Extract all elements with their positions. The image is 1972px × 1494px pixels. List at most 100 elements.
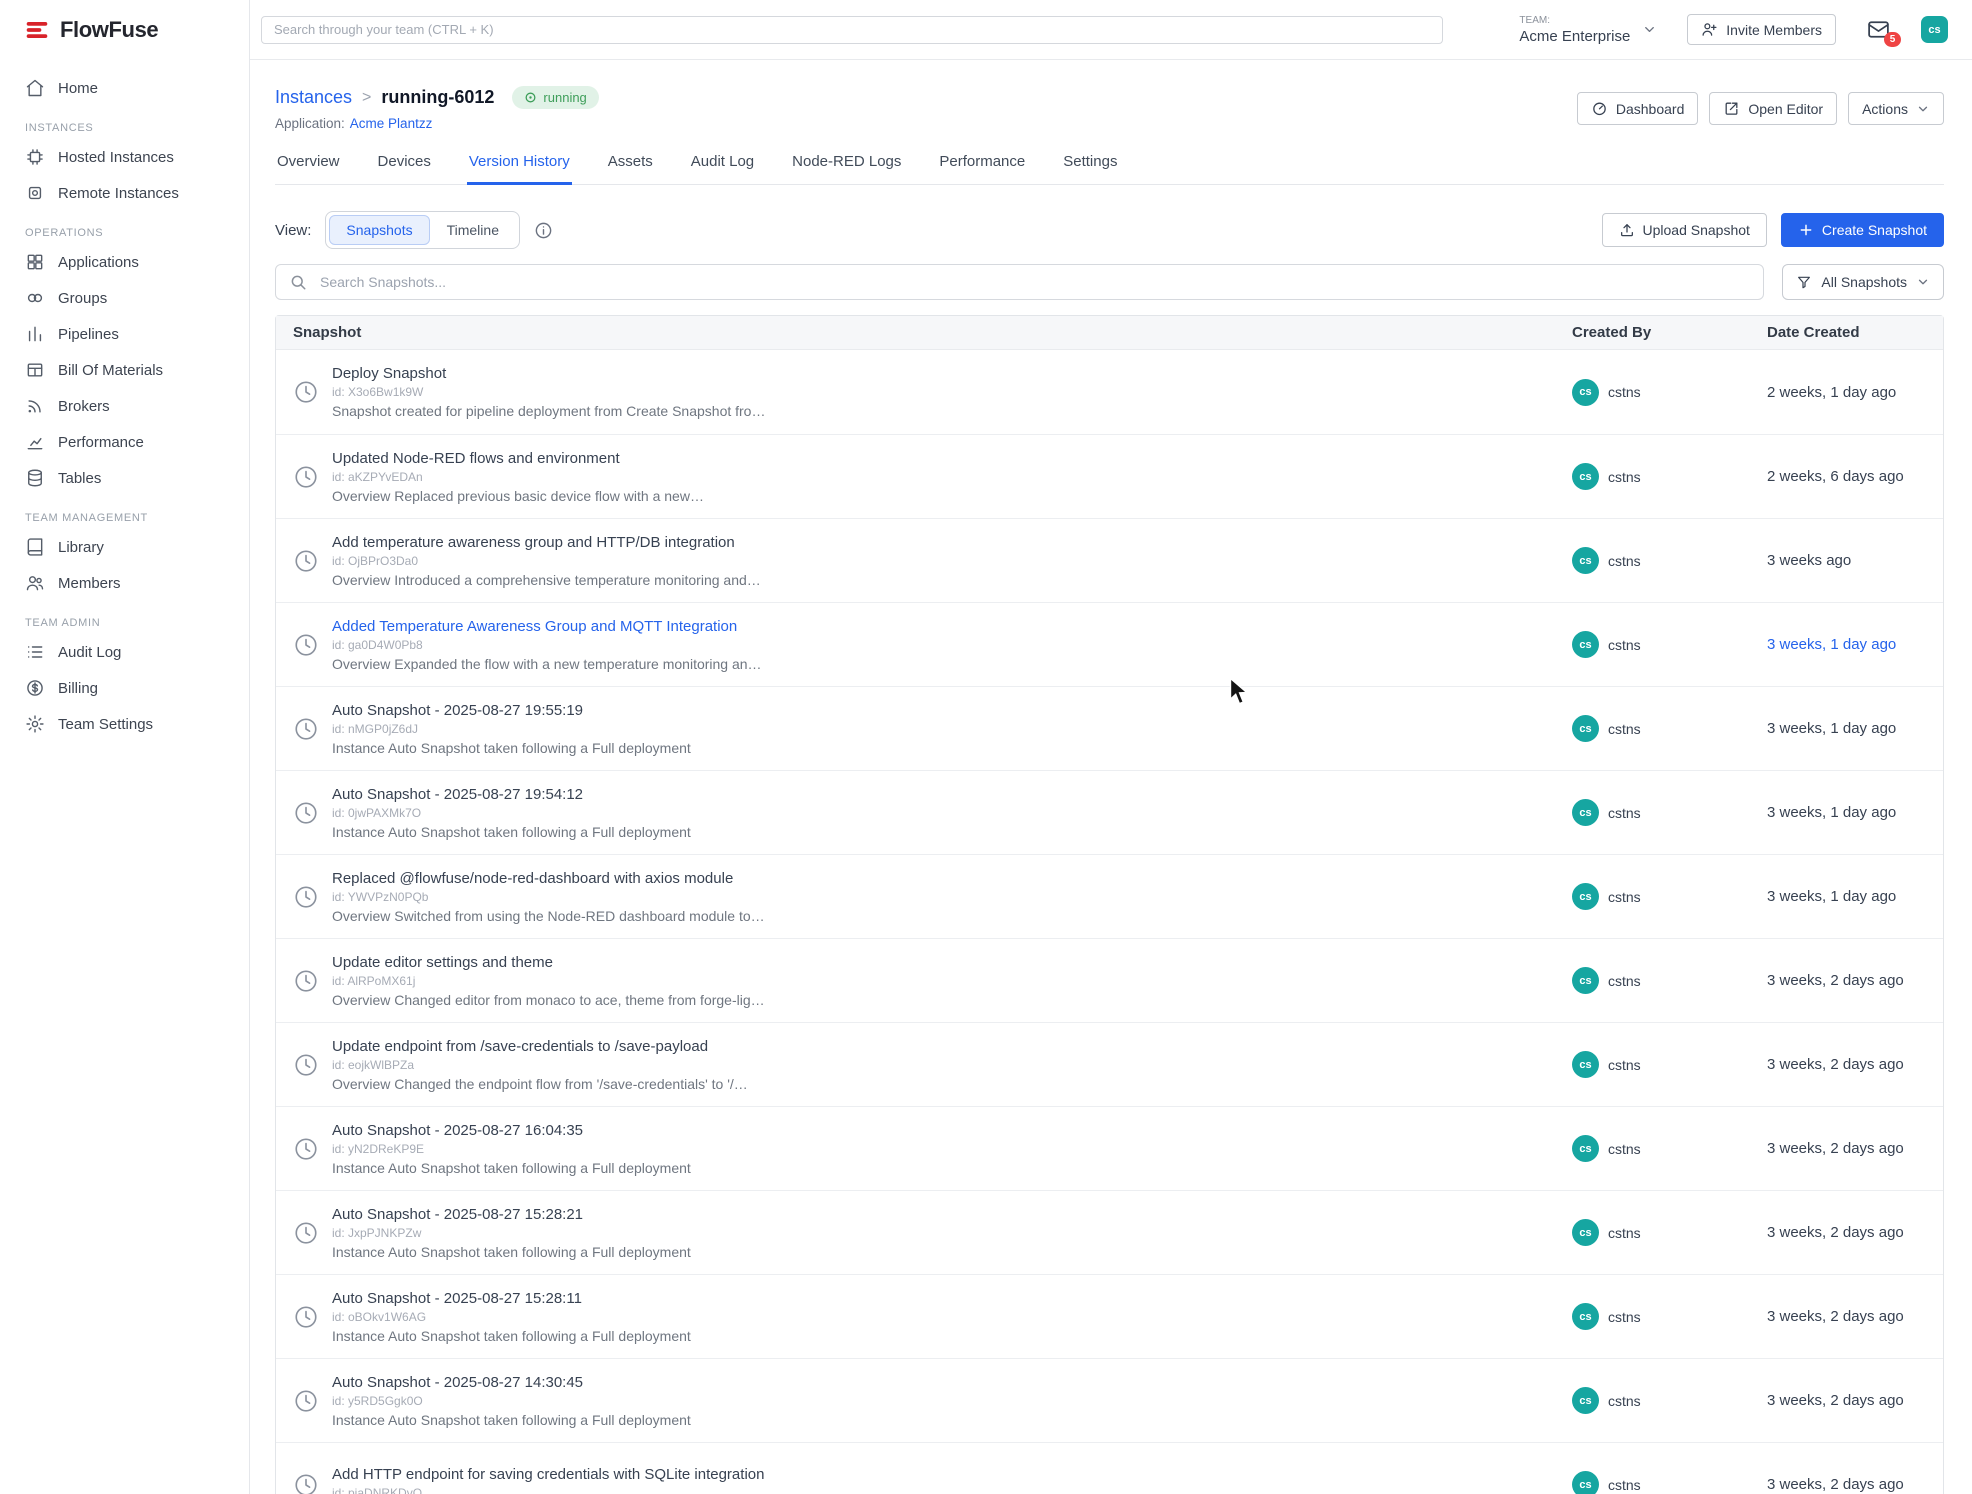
open-editor-button[interactable]: Open Editor	[1709, 92, 1837, 125]
table-row[interactable]: Deploy Snapshot id: X3o6Bw1k9W Snapshot …	[276, 350, 1943, 434]
table-row[interactable]: Auto Snapshot - 2025-08-27 19:55:19 id: …	[276, 686, 1943, 770]
sidebar-item-bill-of-materials[interactable]: Bill Of Materials	[0, 352, 249, 388]
snapshot-filter-dropdown[interactable]: All Snapshots	[1782, 264, 1944, 300]
dashboard-button[interactable]: Dashboard	[1577, 92, 1699, 125]
snapshot-info: Replaced @flowfuse/node-red-dashboard wi…	[332, 870, 765, 924]
sidebar-item-groups[interactable]: Groups	[0, 280, 249, 316]
table-row[interactable]: Added Temperature Awareness Group and MQ…	[276, 602, 1943, 686]
snapshot-title[interactable]: Auto Snapshot - 2025-08-27 19:54:12	[332, 786, 691, 803]
sidebar-item-remote-instances[interactable]: Remote Instances	[0, 175, 249, 211]
sidebar-item-applications[interactable]: Applications	[0, 244, 249, 280]
snapshot-search-input[interactable]	[275, 264, 1764, 300]
creator-avatar: cs	[1572, 967, 1599, 994]
sidebar-item-members[interactable]: Members	[0, 565, 249, 601]
info-icon[interactable]	[534, 221, 553, 240]
sidebar-item-pipelines[interactable]: Pipelines	[0, 316, 249, 352]
sidebar-item-library[interactable]: Library	[0, 529, 249, 565]
create-snapshot-button[interactable]: Create Snapshot	[1781, 213, 1944, 247]
snapshot-info: Auto Snapshot - 2025-08-27 19:54:12 id: …	[332, 786, 691, 840]
snapshot-info: Auto Snapshot - 2025-08-27 15:28:21 id: …	[332, 1206, 691, 1260]
snapshot-info: Auto Snapshot - 2025-08-27 16:04:35 id: …	[332, 1122, 691, 1176]
actions-button[interactable]: Actions	[1848, 92, 1944, 125]
snapshot-cell: Auto Snapshot - 2025-08-27 14:30:45 id: …	[276, 1374, 1572, 1428]
sidebar-section-team-admin: TEAM ADMIN	[0, 601, 249, 634]
sidebar-section-instances: INSTANCES	[0, 106, 249, 139]
toggle-timeline[interactable]: Timeline	[430, 215, 516, 245]
tab-version-history[interactable]: Version History	[467, 143, 572, 185]
snapshot-title[interactable]: Add temperature awareness group and HTTP…	[332, 534, 761, 551]
table-row[interactable]: Update endpoint from /save-credentials t…	[276, 1022, 1943, 1106]
sidebar-item-brokers[interactable]: Brokers	[0, 388, 249, 424]
flowfuse-logo[interactable]: FlowFuse	[0, 0, 249, 60]
table-row[interactable]: Add temperature awareness group and HTTP…	[276, 518, 1943, 602]
sidebar-item-home[interactable]: Home	[0, 70, 249, 106]
snapshot-info: Deploy Snapshot id: X3o6Bw1k9W Snapshot …	[332, 365, 765, 419]
snapshot-filter-label: All Snapshots	[1821, 274, 1907, 290]
upload-snapshot-button[interactable]: Upload Snapshot	[1602, 213, 1767, 247]
created-by-cell: cs cstns	[1572, 967, 1767, 994]
application-link[interactable]: Acme Plantzz	[350, 116, 433, 131]
sidebar-item-billing[interactable]: Billing	[0, 670, 249, 706]
user-avatar[interactable]: cs	[1921, 16, 1948, 43]
snapshot-title[interactable]: Add HTTP endpoint for saving credentials…	[332, 1466, 764, 1483]
table-row[interactable]: Replaced @flowfuse/node-red-dashboard wi…	[276, 854, 1943, 938]
search-icon	[289, 273, 307, 291]
snapshot-title[interactable]: Added Temperature Awareness Group and MQ…	[332, 618, 762, 635]
table-row[interactable]: Auto Snapshot - 2025-08-27 15:28:21 id: …	[276, 1190, 1943, 1274]
clock-icon	[293, 464, 319, 490]
team-info: TEAM: Acme Enterprise	[1519, 15, 1630, 45]
invite-members-button[interactable]: Invite Members	[1687, 14, 1836, 45]
snapshot-title[interactable]: Auto Snapshot - 2025-08-27 16:04:35	[332, 1122, 691, 1139]
dashboard-icon	[1591, 100, 1608, 117]
table-grid-icon	[25, 360, 45, 380]
date-created-cell: 3 weeks, 2 days ago	[1767, 1056, 1943, 1073]
snapshot-title[interactable]: Updated Node-RED flows and environment	[332, 450, 704, 467]
tab-settings[interactable]: Settings	[1061, 143, 1119, 184]
table-row[interactable]: Auto Snapshot - 2025-08-27 19:54:12 id: …	[276, 770, 1943, 854]
snapshot-id: id: JxpPJNKPZw	[332, 1226, 691, 1240]
snapshot-title[interactable]: Replaced @flowfuse/node-red-dashboard wi…	[332, 870, 765, 887]
breadcrumb-instances-link[interactable]: Instances	[275, 87, 352, 108]
creator-avatar: cs	[1572, 1219, 1599, 1246]
application-line: Application: Acme Plantzz	[275, 116, 599, 131]
snapshot-title[interactable]: Auto Snapshot - 2025-08-27 19:55:19	[332, 702, 691, 719]
tab-audit-log[interactable]: Audit Log	[689, 143, 756, 184]
snapshot-title[interactable]: Update endpoint from /save-credentials t…	[332, 1038, 748, 1055]
snapshot-id: id: y5RD5Ggk0O	[332, 1394, 691, 1408]
creator-name: cstns	[1608, 1141, 1641, 1157]
table-row[interactable]: Auto Snapshot - 2025-08-27 14:30:45 id: …	[276, 1358, 1943, 1442]
snapshot-title[interactable]: Auto Snapshot - 2025-08-27 14:30:45	[332, 1374, 691, 1391]
team-name: Acme Enterprise	[1519, 28, 1630, 45]
tab-overview[interactable]: Overview	[275, 143, 342, 184]
global-search-input[interactable]	[261, 16, 1443, 44]
sidebar-item-hosted-instances[interactable]: Hosted Instances	[0, 139, 249, 175]
snapshot-title[interactable]: Auto Snapshot - 2025-08-27 15:28:21	[332, 1206, 691, 1223]
clock-icon	[293, 632, 319, 658]
table-row[interactable]: Updated Node-RED flows and environment i…	[276, 434, 1943, 518]
tab-assets[interactable]: Assets	[606, 143, 655, 184]
toggle-snapshots[interactable]: Snapshots	[329, 215, 429, 245]
sidebar-item-audit-log[interactable]: Audit Log	[0, 634, 249, 670]
table-row[interactable]: Auto Snapshot - 2025-08-27 15:28:11 id: …	[276, 1274, 1943, 1358]
table-row[interactable]: Auto Snapshot - 2025-08-27 16:04:35 id: …	[276, 1106, 1943, 1190]
tab-performance[interactable]: Performance	[937, 143, 1027, 184]
page-header-left: Instances > running-6012 running Applica…	[275, 86, 599, 131]
table-row[interactable]: Update editor settings and theme id: AlR…	[276, 938, 1943, 1022]
created-by-cell: cs cstns	[1572, 1219, 1767, 1246]
creator-name: cstns	[1608, 637, 1641, 653]
sidebar-item-performance[interactable]: Performance	[0, 424, 249, 460]
notifications-button[interactable]: 5	[1866, 17, 1891, 42]
page-content: Instances > running-6012 running Applica…	[250, 60, 1972, 1494]
snapshot-title[interactable]: Auto Snapshot - 2025-08-27 15:28:11	[332, 1290, 691, 1307]
team-selector[interactable]: TEAM: Acme Enterprise	[1519, 15, 1657, 45]
tab-node-red-logs[interactable]: Node-RED Logs	[790, 143, 903, 184]
snapshot-title[interactable]: Update editor settings and theme	[332, 954, 765, 971]
tab-devices[interactable]: Devices	[376, 143, 433, 184]
sidebar-item-team-settings[interactable]: Team Settings	[0, 706, 249, 742]
sidebar-item-label: Tables	[58, 470, 101, 487]
snapshot-title[interactable]: Deploy Snapshot	[332, 365, 765, 382]
table-row[interactable]: Add HTTP endpoint for saving credentials…	[276, 1442, 1943, 1494]
sidebar-item-tables[interactable]: Tables	[0, 460, 249, 496]
snapshot-cell: Deploy Snapshot id: X3o6Bw1k9W Snapshot …	[276, 365, 1572, 419]
snapshot-description: Instance Auto Snapshot taken following a…	[332, 1244, 691, 1260]
